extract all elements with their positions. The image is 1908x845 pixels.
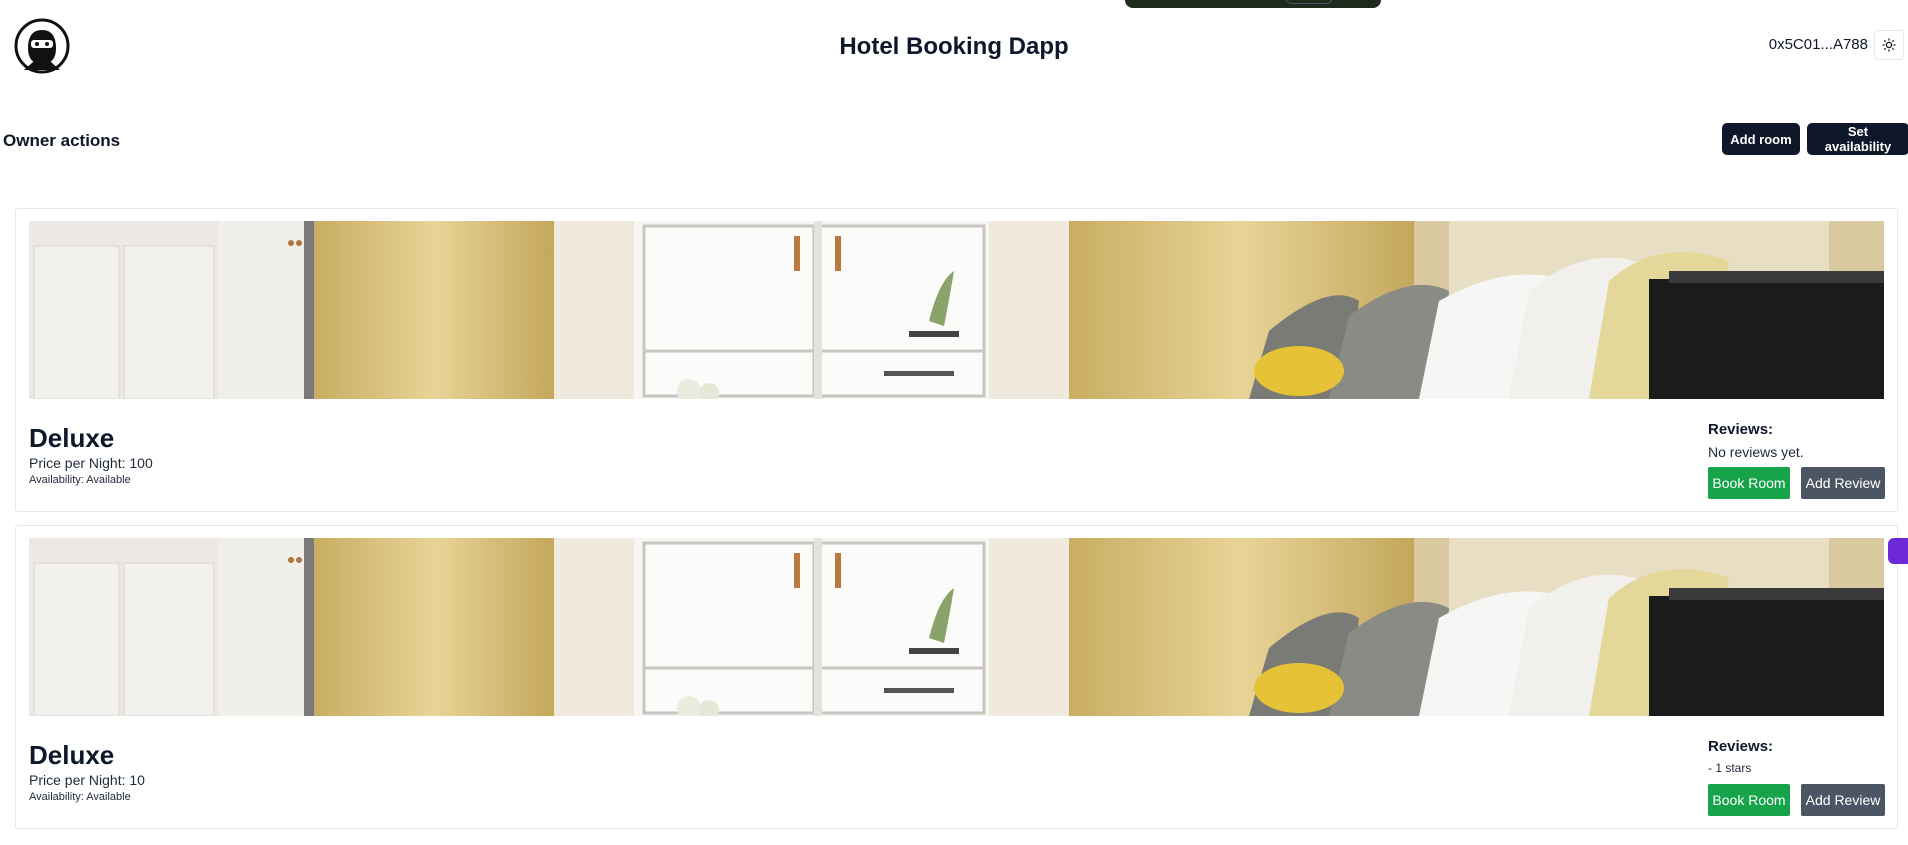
add-review-button[interactable]: Add Review — [1801, 467, 1885, 499]
book-room-button[interactable]: Book Room — [1708, 784, 1790, 816]
app-title: Hotel Booking Dapp — [839, 33, 1069, 60]
reviews-text: - 1 stars — [1708, 761, 1752, 775]
theme-toggle-button[interactable] — [1874, 30, 1904, 60]
wallet-address[interactable]: 0x5C01...A788 — [1769, 36, 1868, 53]
reviews-section: Reviews: - 1 stars — [1708, 738, 1888, 775]
book-room-button[interactable]: Book Room — [1708, 467, 1790, 499]
reviews-text: No reviews yet. — [1708, 444, 1804, 460]
reviews-title: Reviews: — [1708, 421, 1774, 438]
notification-toast — [1125, 0, 1381, 8]
owner-actions-title: Owner actions — [3, 131, 121, 150]
room-image — [29, 538, 1884, 716]
room-availability: Availability: Available — [29, 474, 131, 486]
top-navbar: Hotel Booking Dapp 0x5C01...A788 — [0, 0, 1908, 90]
room-name: Deluxe — [29, 740, 115, 770]
add-review-button[interactable]: Add Review — [1801, 784, 1885, 816]
room-image — [29, 221, 1884, 399]
set-availability-button[interactable]: Set availability — [1807, 123, 1908, 155]
room-name: Deluxe — [29, 423, 115, 453]
room-availability: Availability: Available — [29, 791, 131, 803]
toast-pill — [1285, 0, 1333, 4]
reviews-section: Reviews: No reviews yet. — [1708, 421, 1888, 460]
room-card: Deluxe Price per Night: 10 Availability:… — [15, 525, 1898, 829]
room-price: Price per Night: 100 — [29, 455, 153, 471]
add-room-button[interactable]: Add room — [1722, 123, 1800, 155]
reviews-title: Reviews: — [1708, 738, 1774, 755]
room-price: Price per Night: 10 — [29, 772, 145, 788]
room-card: Deluxe Price per Night: 100 Availability… — [15, 208, 1898, 512]
feedback-tab[interactable] — [1888, 538, 1908, 564]
sun-icon — [1882, 38, 1896, 52]
